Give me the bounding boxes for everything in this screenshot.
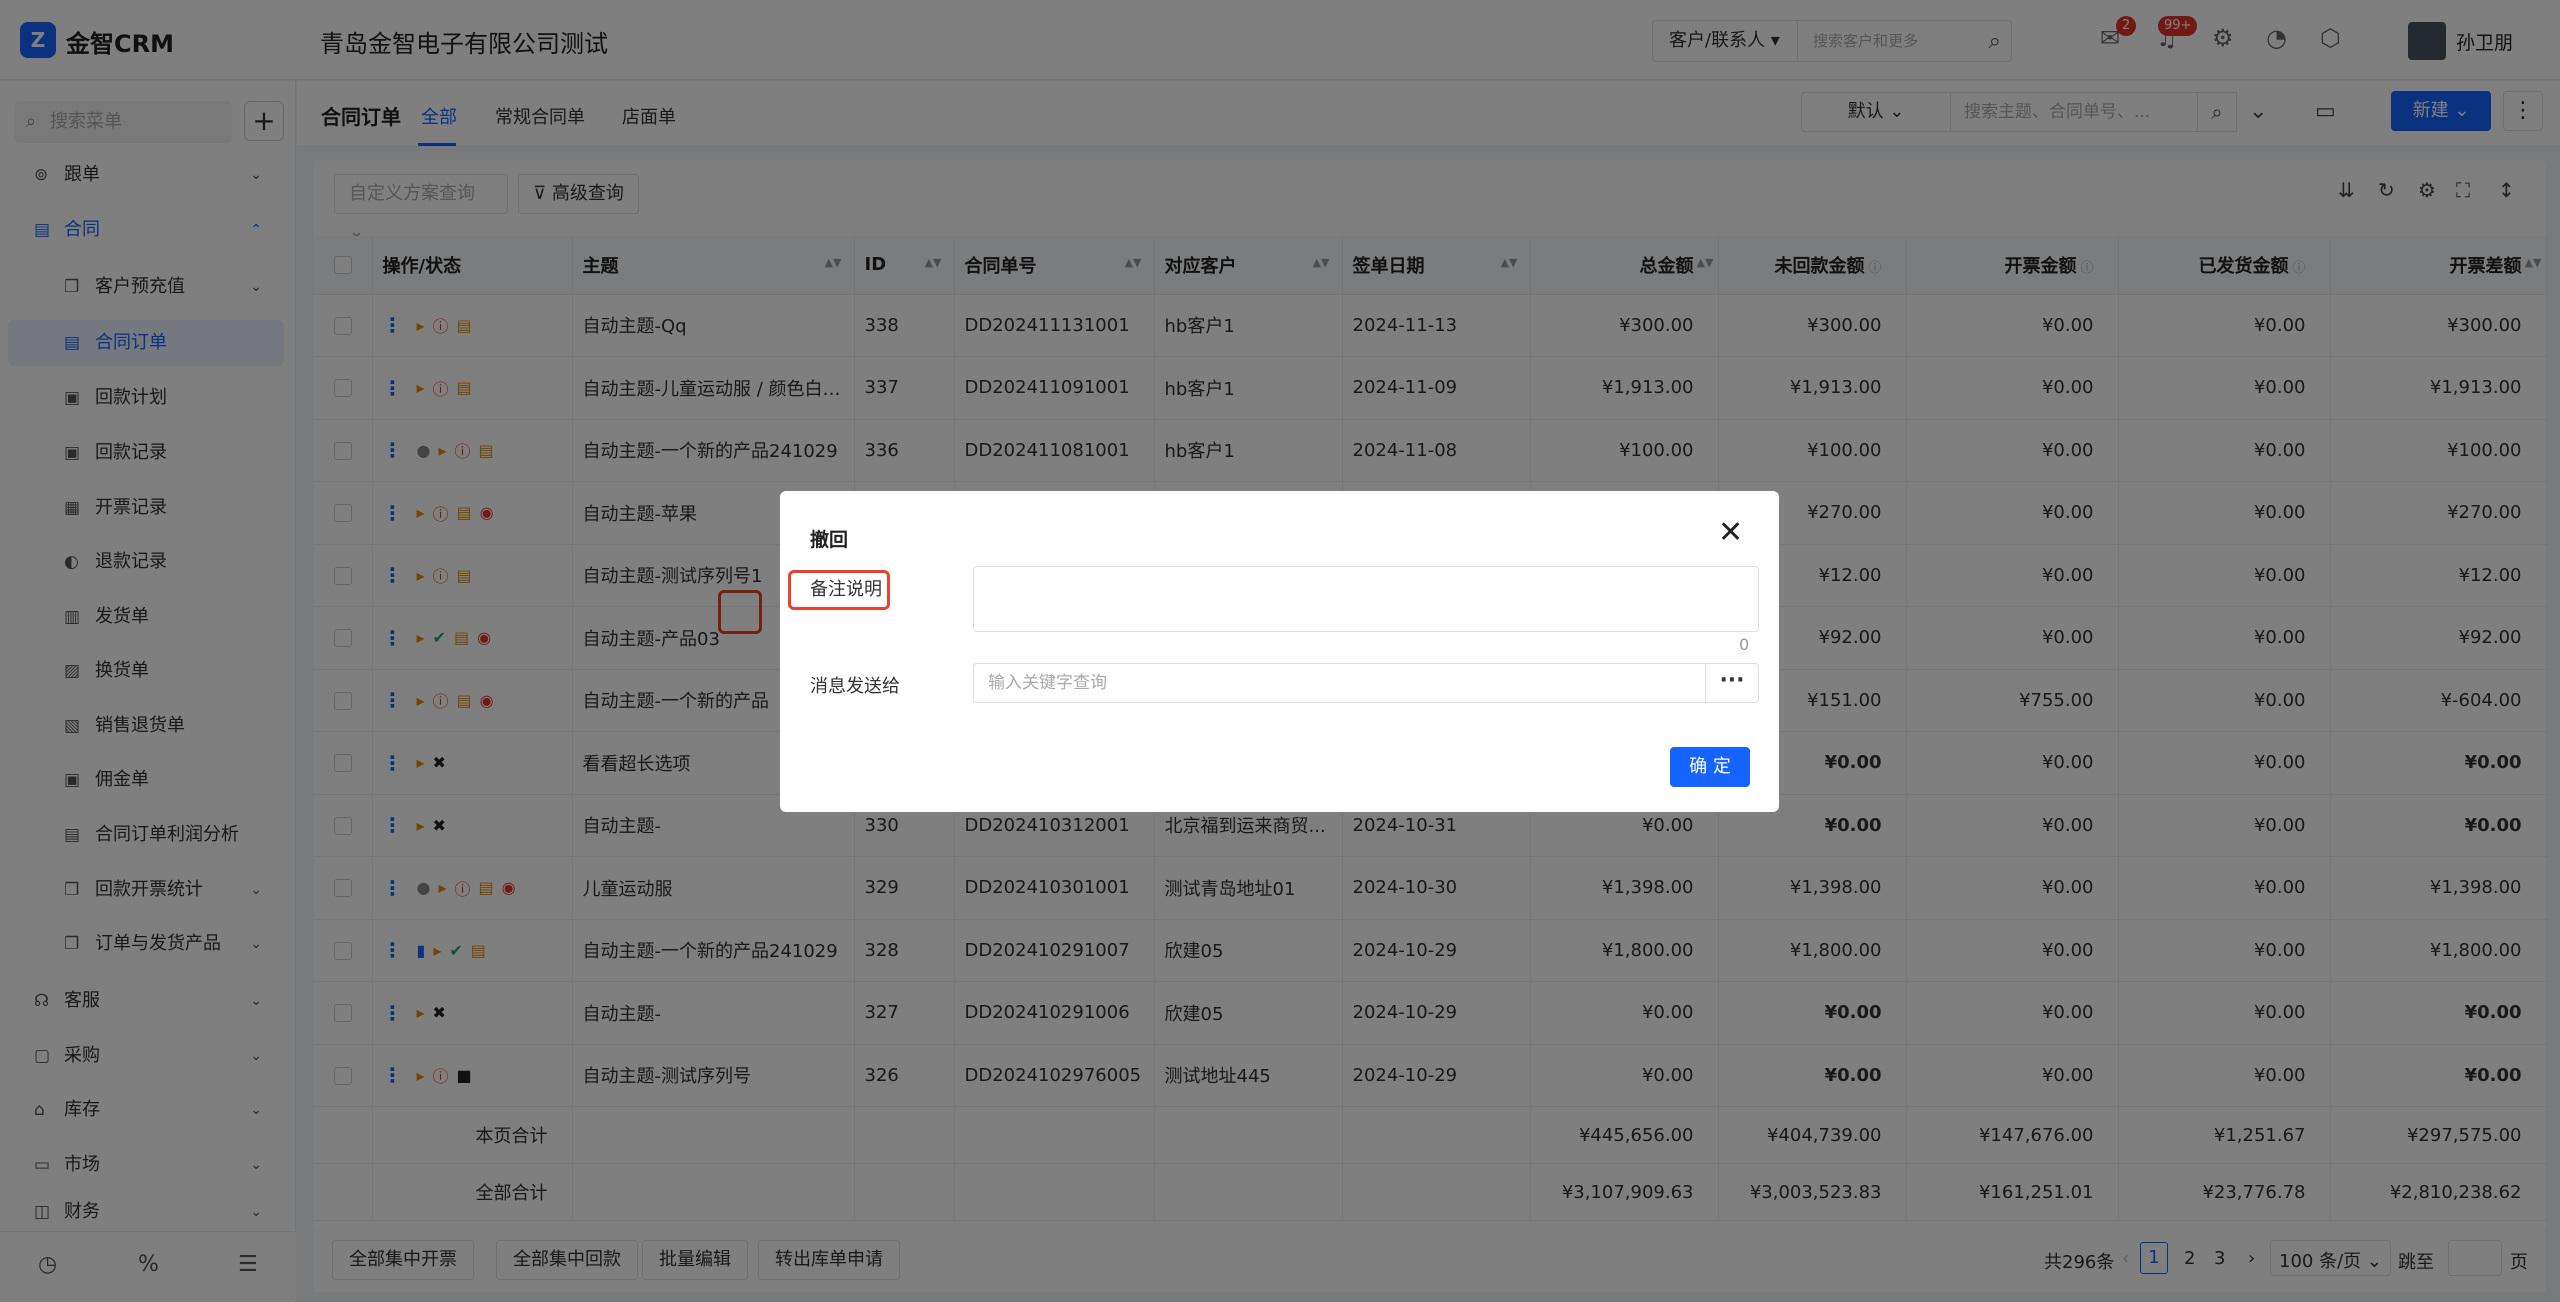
- char-count: 0: [1739, 635, 1750, 654]
- send-to-label: 消息发送给: [810, 676, 900, 697]
- remark-textarea[interactable]: [973, 566, 1759, 632]
- more-options-button[interactable]: ···: [1705, 663, 1759, 703]
- withdraw-dialog: 撤回 ✕ 备注说明 0 消息发送给 输入关键字查询 ··· 确 定: [780, 491, 1779, 812]
- send-to-input[interactable]: 输入关键字查询: [973, 663, 1706, 703]
- confirm-button[interactable]: 确 定: [1670, 747, 1750, 787]
- close-icon[interactable]: ✕: [1718, 515, 1743, 550]
- remark-label: 备注说明: [810, 579, 882, 600]
- dialog-title: 撤回: [810, 529, 849, 551]
